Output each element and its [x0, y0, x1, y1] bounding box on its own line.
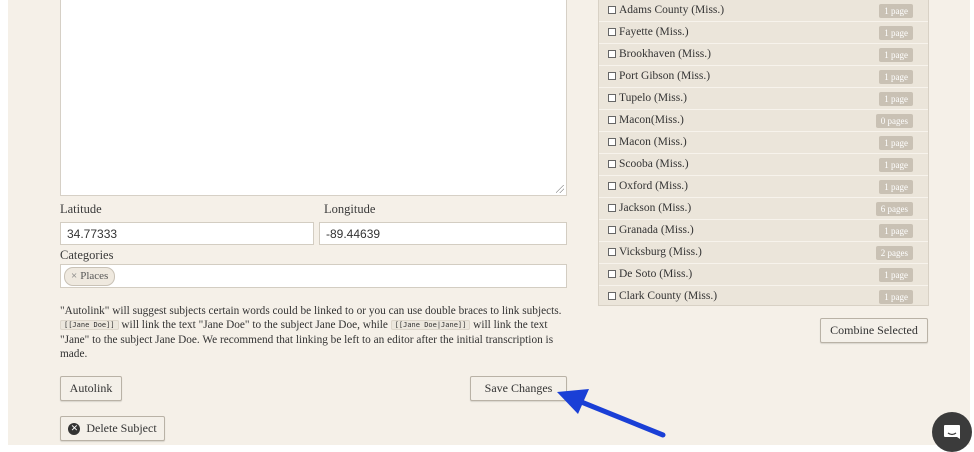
help-text-1: "Autolink" will suggest subjects certain… [60, 305, 562, 317]
page-count-badge: 1 page [879, 180, 913, 194]
subject-list-item[interactable]: Fayette (Miss.) 1 page [599, 22, 928, 44]
latitude-field[interactable]: 34.77333 [60, 222, 314, 245]
subject-name: Vicksburg (Miss.) [619, 246, 702, 258]
subject-list-item[interactable]: Oxford (Miss.) 1 page [599, 176, 928, 198]
divider [8, 445, 970, 450]
subject-checkbox[interactable] [608, 292, 616, 300]
subject-list-item[interactable]: Granada (Miss.) 1 page [599, 220, 928, 242]
categories-label: Categories [60, 248, 114, 262]
subject-checkbox[interactable] [608, 94, 616, 102]
save-changes-button[interactable]: Save Changes [470, 376, 567, 401]
page-count-badge: 0 pages [875, 114, 913, 128]
subject-checkbox[interactable] [608, 28, 616, 36]
subject-name: Granada (Miss.) [619, 224, 694, 236]
subject-name: Brookhaven (Miss.) [619, 48, 711, 60]
save-changes-label: Save Changes [484, 381, 553, 395]
annotation-arrow-icon [557, 389, 666, 438]
subject-checkbox[interactable] [608, 116, 616, 124]
subject-checkbox[interactable] [608, 50, 616, 58]
subject-checkbox[interactable] [608, 204, 616, 212]
remove-tag-icon[interactable]: × [71, 270, 77, 282]
subject-list-item[interactable]: Macon (Miss.) 1 page [599, 132, 928, 154]
subject-checkbox[interactable] [608, 248, 616, 256]
combine-selected-button[interactable]: Combine Selected [820, 318, 928, 343]
page-count-badge: 1 page [879, 70, 913, 84]
subject-name: Clark County (Miss.) [619, 290, 718, 302]
subject-name: Scooba (Miss.) [619, 158, 689, 170]
page-count-badge: 6 pages [875, 202, 913, 216]
subject-checkbox[interactable] [608, 160, 616, 168]
page-count-badge: 1 page [879, 136, 913, 150]
category-tag-label: Places [80, 270, 109, 282]
subject-list-item[interactable]: Macon(Miss.) 0 pages [599, 110, 928, 132]
page-count-badge: 1 page [879, 158, 913, 172]
close-circle-icon: ✕ [68, 422, 81, 435]
subject-list-item[interactable]: Clark County (Miss.) 1 page [599, 286, 928, 305]
chat-bubble-icon[interactable] [932, 412, 972, 452]
subject-list-item[interactable]: Brookhaven (Miss.) 1 page [599, 44, 928, 66]
page-count-badge: 1 page [879, 268, 913, 282]
arrow-shaft [566, 394, 666, 438]
subject-list[interactable]: Adams County (Miss.) 1 page Fayette (Miss.… [598, 0, 929, 306]
longitude-label: Longitude [324, 202, 376, 216]
subject-name: Oxford (Miss.) [619, 180, 688, 192]
subject-list-item[interactable]: Adams County (Miss.) 1 page [599, 0, 928, 22]
page-count-badge: 2 pages [875, 246, 913, 260]
subject-checkbox[interactable] [608, 226, 616, 234]
subject-name: De Soto (Miss.) [619, 268, 693, 280]
subject-list-item[interactable]: Jackson (Miss.) 6 pages [599, 198, 928, 220]
subject-list-item[interactable]: Port Gibson (Miss.) 1 page [599, 66, 928, 88]
code-example-2: [[Jane Doe|Jane]] [390, 320, 471, 331]
subject-name: Jackson (Miss.) [619, 202, 692, 214]
autolink-button-label: Autolink [69, 381, 113, 395]
subject-checkbox[interactable] [608, 6, 616, 14]
page-count-badge: 1 page [879, 4, 913, 18]
combine-selected-label: Combine Selected [830, 323, 918, 337]
subject-list-item[interactable]: Scooba (Miss.) 1 page [599, 154, 928, 176]
page-count-badge: 1 page [879, 26, 913, 40]
subject-name: Fayette (Miss.) [619, 26, 689, 38]
subject-checkbox[interactable] [608, 270, 616, 278]
resize-handle[interactable] [556, 185, 564, 193]
subject-name: Adams County (Miss.) [619, 4, 725, 16]
latitude-label: Latitude [60, 202, 102, 216]
category-tag: × Places [64, 267, 116, 286]
subject-list-item[interactable]: Tupelo (Miss.) 1 page [599, 88, 928, 110]
subject-name: Port Gibson (Miss.) [619, 70, 711, 82]
autolink-button[interactable]: Autolink [60, 376, 122, 401]
subject-checkbox[interactable] [608, 72, 616, 80]
subject-list-item[interactable]: De Soto (Miss.) 1 page [599, 264, 928, 286]
page-count-badge: 1 page [879, 92, 913, 106]
help-text-2: will link the text "Jane Doe" to the sub… [118, 319, 391, 332]
subject-name: Macon(Miss.) [619, 114, 684, 126]
page-count-badge: 1 page [879, 48, 913, 62]
subject-name: Macon (Miss.) [619, 136, 687, 148]
delete-subject-label: Delete Subject [86, 421, 157, 435]
longitude-field[interactable]: -89.44639 [319, 222, 567, 245]
subject-name: Tupelo (Miss.) [619, 92, 687, 104]
subject-checkbox[interactable] [608, 182, 616, 190]
categories-field[interactable] [60, 264, 567, 288]
page-count-badge: 1 page [879, 224, 913, 238]
subject-checkbox[interactable] [608, 138, 616, 146]
chat-glyph [944, 425, 960, 439]
code-example-1: [[Jane Doe]] [60, 320, 119, 331]
subject-list-item[interactable]: Vicksburg (Miss.) 2 pages [599, 242, 928, 264]
description-textarea[interactable] [60, 0, 567, 196]
delete-subject-button[interactable]: ✕ Delete Subject [60, 416, 165, 441]
autolink-help-text: "Autolink" will suggest subjects certain… [60, 304, 565, 361]
page-count-badge: 1 page [879, 290, 913, 304]
